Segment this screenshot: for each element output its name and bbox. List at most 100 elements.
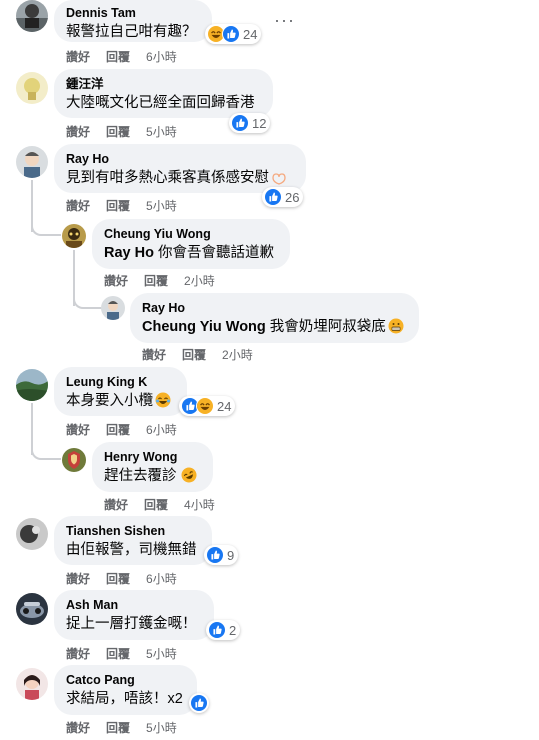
- avatar[interactable]: [16, 593, 48, 625]
- timestamp[interactable]: 6小時: [146, 572, 177, 586]
- like-reaction-icon: [222, 25, 240, 43]
- avatar[interactable]: [62, 224, 86, 248]
- rolling-laughing-emoji-icon: [181, 467, 197, 483]
- reaction-summary[interactable]: 12: [229, 113, 271, 133]
- like-reaction-icon: [208, 621, 226, 639]
- commenter-name[interactable]: Tianshen Sishen: [66, 523, 200, 539]
- comment-actions: 讚好 回覆 4小時: [104, 498, 231, 512]
- reaction-summary[interactable]: 26: [262, 187, 304, 207]
- reply-link[interactable]: 回覆: [106, 199, 130, 213]
- comment-actions: 讚好 回覆 5小時: [66, 199, 193, 213]
- comment-actions: 讚好 回覆 5小時: [66, 647, 193, 661]
- reaction-summary[interactable]: 24: [179, 396, 236, 416]
- comment-text: 本身要入小欖: [66, 393, 153, 409]
- like-link[interactable]: 讚好: [66, 50, 90, 64]
- like-link[interactable]: 讚好: [66, 125, 90, 139]
- reply-link[interactable]: 回覆: [106, 50, 130, 64]
- comment-actions: 讚好 回覆 6小時: [66, 50, 193, 64]
- reaction-summary[interactable]: [189, 693, 209, 713]
- like-reaction-icon: [264, 188, 282, 206]
- comment-actions: 讚好 回覆 5小時: [66, 125, 193, 139]
- timestamp[interactable]: 6小時: [146, 423, 177, 437]
- commenter-name[interactable]: Ash Man: [66, 597, 202, 613]
- heart-hands-emoji-icon: [271, 169, 287, 185]
- like-link[interactable]: 讚好: [142, 348, 166, 362]
- mention-tag[interactable]: Ray Ho: [104, 245, 154, 261]
- reaction-summary[interactable]: 24: [205, 24, 262, 44]
- comment-bubble: Dennis Tam 報警拉自己咁有趣？: [54, 0, 212, 42]
- comment-bubble: Catco Pang 求結局，唔該！x2: [54, 665, 197, 715]
- commenter-name[interactable]: Ray Ho: [66, 151, 294, 167]
- comment-bubble: Ash Man 捉上一層打鑊金嘅！: [54, 590, 214, 640]
- timestamp[interactable]: 2小時: [184, 274, 215, 288]
- reaction-count: 24: [217, 398, 232, 414]
- timestamp[interactable]: 4小時: [184, 498, 215, 512]
- reply-link[interactable]: 回覆: [182, 348, 206, 362]
- commenter-name[interactable]: Dennis Tam: [66, 5, 200, 21]
- comment-actions: 讚好 回覆 5小時: [66, 721, 193, 735]
- comment-bubble: Henry Wong 趕住去覆診: [92, 442, 213, 492]
- avatar[interactable]: [16, 518, 48, 550]
- avatar[interactable]: [101, 296, 125, 320]
- like-link[interactable]: 讚好: [66, 721, 90, 735]
- reply-link[interactable]: 回覆: [106, 647, 130, 661]
- comment-text: 由佢報警，司機無錯: [66, 542, 197, 558]
- reply-link[interactable]: 回覆: [144, 274, 168, 288]
- reaction-summary[interactable]: 2: [206, 620, 241, 640]
- avatar-photo: [16, 593, 48, 625]
- avatar-photo: [16, 369, 48, 401]
- timestamp[interactable]: 2小時: [222, 348, 253, 362]
- avatar[interactable]: [62, 448, 86, 472]
- commenter-name[interactable]: Catco Pang: [66, 672, 185, 688]
- reply-link[interactable]: 回覆: [106, 572, 130, 586]
- like-link[interactable]: 讚好: [66, 572, 90, 586]
- reaction-count: 24: [243, 26, 258, 42]
- like-link[interactable]: 讚好: [66, 199, 90, 213]
- reply-link[interactable]: 回覆: [106, 125, 130, 139]
- timestamp[interactable]: 5小時: [146, 721, 177, 735]
- comment-text: 你會吾會聽話道歉: [153, 245, 274, 261]
- commenter-name[interactable]: Ray Ho: [142, 300, 407, 316]
- avatar-photo: [16, 668, 48, 700]
- avatar[interactable]: [16, 72, 48, 104]
- reaction-count: 12: [252, 115, 267, 131]
- timestamp[interactable]: 5小時: [146, 647, 177, 661]
- commenter-name[interactable]: Leung King K: [66, 374, 175, 390]
- laughing-emoji-icon: [155, 392, 171, 408]
- comment-bubble: Tianshen Sishen 由佢報警，司機無錯: [54, 516, 212, 565]
- comment-text: 大陸嘅文化已經全面回歸香港: [66, 95, 255, 111]
- mention-tag[interactable]: Cheung Yiu Wong: [142, 319, 266, 335]
- commenter-name[interactable]: Henry Wong: [104, 449, 201, 465]
- like-link[interactable]: 讚好: [66, 647, 90, 661]
- reply-link[interactable]: 回覆: [106, 423, 130, 437]
- more-options-icon[interactable]: ···: [274, 10, 295, 31]
- like-link[interactable]: 讚好: [104, 498, 128, 512]
- comment-actions: 讚好 回覆 6小時: [66, 572, 193, 586]
- reply-link[interactable]: 回覆: [144, 498, 168, 512]
- reply-link[interactable]: 回覆: [106, 721, 130, 735]
- timestamp[interactable]: 5小時: [146, 125, 177, 139]
- thread-connector: [31, 403, 61, 460]
- commenter-name[interactable]: 鍾汪洋: [66, 76, 261, 92]
- timestamp[interactable]: 6小時: [146, 50, 177, 64]
- thread-connector: [73, 250, 103, 309]
- commenter-name[interactable]: Cheung Yiu Wong: [104, 226, 278, 242]
- comment-bubble: 鍾汪洋 大陸嘅文化已經全面回歸香港: [54, 69, 273, 118]
- comment-text: 求結局，唔該！x2: [66, 691, 183, 707]
- like-link[interactable]: 讚好: [66, 423, 90, 437]
- avatar-photo: [16, 518, 48, 550]
- comment-text: 捉上一層打鑊金嘅！: [66, 616, 197, 632]
- avatar[interactable]: [16, 146, 48, 178]
- reaction-summary[interactable]: 9: [204, 545, 239, 565]
- avatar-photo: [16, 72, 48, 104]
- avatar[interactable]: [16, 369, 48, 401]
- timestamp[interactable]: 5小時: [146, 199, 177, 213]
- reaction-count: 2: [229, 622, 237, 638]
- like-reaction-icon: [231, 114, 249, 132]
- like-link[interactable]: 讚好: [104, 274, 128, 288]
- avatar[interactable]: [16, 668, 48, 700]
- grimace-emoji-icon: [388, 318, 404, 334]
- avatar-photo: [101, 296, 125, 320]
- avatar[interactable]: [16, 0, 48, 32]
- avatar-photo: [16, 0, 48, 32]
